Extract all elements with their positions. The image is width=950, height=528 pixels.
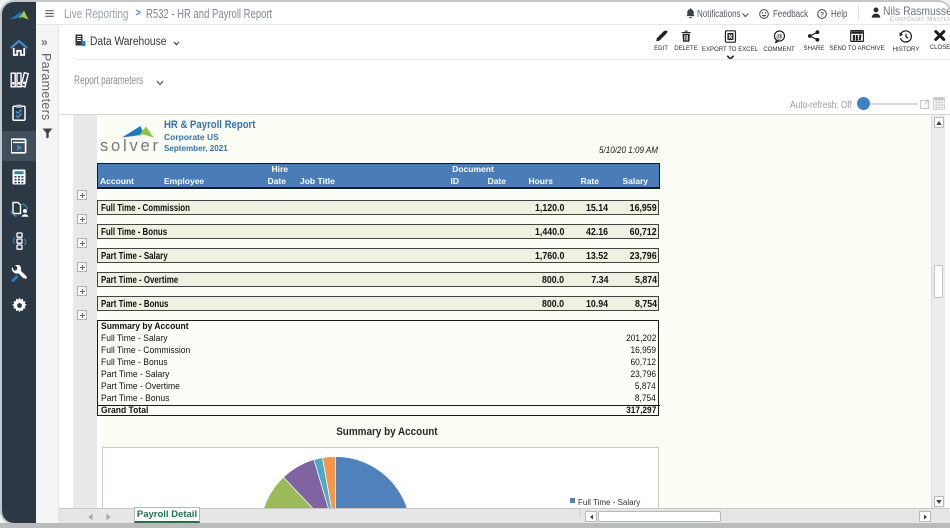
- svg-text:@: @: [776, 33, 783, 40]
- svg-text:?: ?: [820, 11, 824, 18]
- svg-text:Full Time - Salary: Full Time - Salary: [578, 498, 640, 507]
